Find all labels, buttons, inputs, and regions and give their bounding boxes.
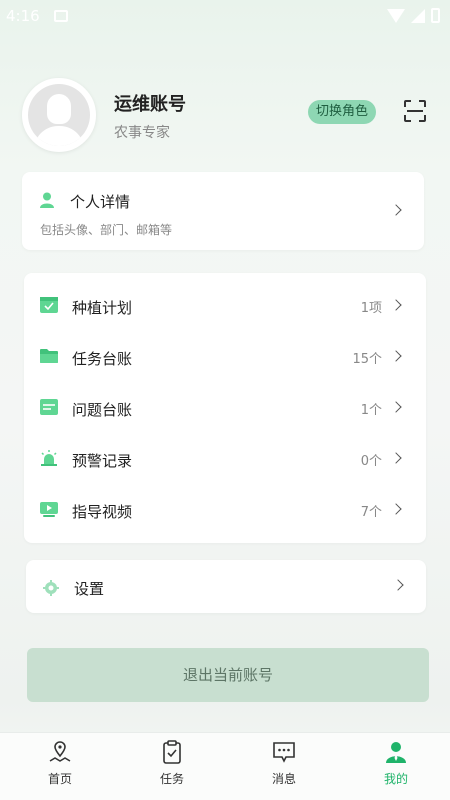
list-item-count: 7个 <box>360 505 382 520</box>
chat-bubble-icon <box>273 742 295 763</box>
list-item-count: 15个 <box>352 352 382 367</box>
chevron-right-icon <box>390 350 402 362</box>
list-item-task-ledger[interactable]: 任务台账 15个 <box>24 324 426 375</box>
profile-role: 农事专家 <box>114 125 170 141</box>
tab-label: 首页 <box>47 772 72 786</box>
tab-label: 任务 <box>159 772 184 786</box>
settings-label: 设置 <box>74 580 105 598</box>
calendar-check-icon <box>40 297 58 313</box>
battery-icon <box>431 8 440 23</box>
avatar[interactable] <box>22 78 96 152</box>
list-item-warning-records[interactable]: 预警记录 0个 <box>24 426 426 477</box>
status-time: 4:16 <box>6 7 40 25</box>
list-item-label: 预警记录 <box>72 452 133 470</box>
tab-home[interactable]: 首页 <box>4 733 116 800</box>
status-indicators <box>387 8 440 23</box>
gear-icon <box>43 580 59 596</box>
scan-icon[interactable] <box>404 100 426 122</box>
chevron-right-icon <box>390 401 402 413</box>
tab-mine[interactable]: 我的 <box>340 733 450 800</box>
switch-role-button[interactable]: 切换角色 <box>308 100 377 124</box>
logout-button[interactable]: 退出当前账号 <box>27 648 429 702</box>
status-bar: 4:16 <box>0 0 450 32</box>
list-item-count: 0个 <box>360 454 382 469</box>
video-play-icon <box>40 502 58 517</box>
signal-icon <box>411 8 425 23</box>
records-list-card: 种植计划 1项 任务台账 15个 问题台账 1个 预警记录 0个 指导视频 7个 <box>24 273 426 543</box>
list-item-planting-plan[interactable]: 种植计划 1项 <box>24 273 426 324</box>
list-item-label: 种植计划 <box>72 299 133 317</box>
bottom-tab-bar: 首页 任务 消息 我的 <box>0 732 450 800</box>
tab-label: 消息 <box>271 772 296 786</box>
folder-icon <box>40 349 58 363</box>
personal-details-title: 个人详情 <box>70 193 131 211</box>
list-card-icon <box>40 399 58 415</box>
list-item-label: 指导视频 <box>72 503 133 521</box>
map-pin-icon <box>49 741 71 762</box>
avatar-placeholder-icon <box>28 84 90 146</box>
list-item-label: 问题台账 <box>72 401 133 419</box>
list-item-label: 任务台账 <box>72 350 133 368</box>
profile-name: 运维账号 <box>114 94 186 115</box>
list-item-guidance-videos[interactable]: 指导视频 7个 <box>24 477 426 528</box>
list-item-issue-ledger[interactable]: 问题台账 1个 <box>24 375 426 426</box>
chevron-right-icon <box>390 299 402 311</box>
chevron-right-icon <box>390 204 402 216</box>
list-item-count: 1个 <box>360 403 382 418</box>
wifi-icon <box>387 8 405 23</box>
image-notification-icon <box>54 10 68 22</box>
tab-messages[interactable]: 消息 <box>228 733 340 800</box>
list-item-count: 1项 <box>360 301 382 316</box>
tab-tasks[interactable]: 任务 <box>116 733 228 800</box>
chevron-right-icon <box>390 452 402 464</box>
profile-header: 运维账号 农事专家 切换角色 <box>22 78 432 152</box>
user-icon <box>386 742 406 763</box>
user-icon <box>40 192 54 208</box>
chevron-right-icon <box>390 503 402 515</box>
clipboard-check-icon <box>163 740 181 764</box>
chevron-right-icon <box>392 579 404 591</box>
alarm-light-icon <box>41 450 57 466</box>
settings-item[interactable]: 设置 <box>26 560 426 613</box>
personal-details-card[interactable]: 个人详情 包括头像、部门、邮箱等 <box>22 172 424 250</box>
tab-label: 我的 <box>383 772 408 786</box>
personal-details-subtitle: 包括头像、部门、邮箱等 <box>40 223 173 237</box>
